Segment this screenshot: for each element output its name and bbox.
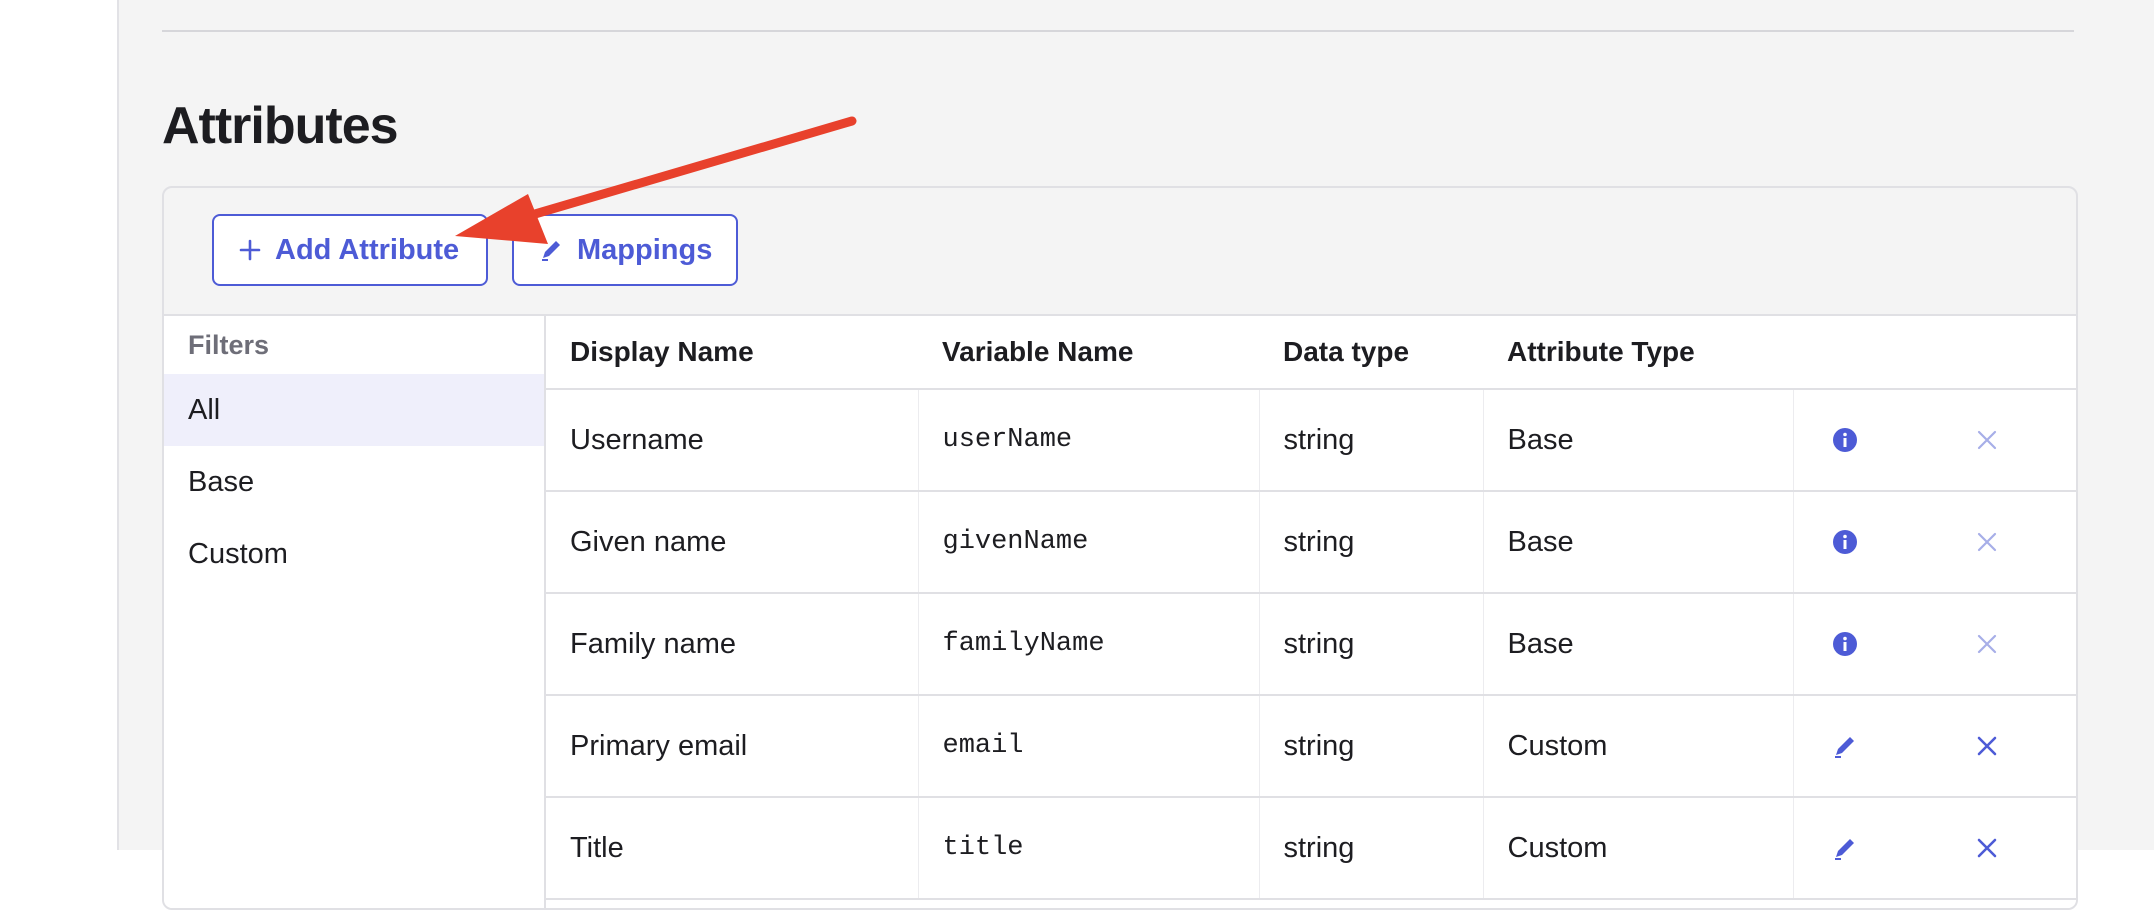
cell-attribute-type: Custom <box>1483 695 1794 798</box>
cell-variable-name: familyName <box>918 593 1260 696</box>
cell-attribute-type: Base <box>1483 593 1794 696</box>
cell-display-name: Primary email <box>546 695 919 798</box>
table-row: Primary email email string Custom <box>546 695 2076 798</box>
column-header-attribute-type[interactable]: Attribute Type <box>1483 316 1793 390</box>
cell-data-type: string <box>1259 491 1484 594</box>
plus-icon <box>239 239 261 261</box>
close-icon <box>1967 624 2007 664</box>
attributes-table-wrap: Display Name Variable Name Data type Att… <box>546 316 2076 908</box>
filter-item-all[interactable]: All <box>164 374 544 446</box>
section-title: Attributes <box>162 97 399 155</box>
panel-body: Filters All Base Custom Display Name Var… <box>164 314 2076 908</box>
cell-display-name: Given name <box>546 491 919 594</box>
cell-variable-name: email <box>918 695 1260 798</box>
column-header-data-type[interactable]: Data type <box>1259 316 1483 390</box>
info-icon[interactable] <box>1825 420 1865 460</box>
attributes-page: Attributes Add Attribute Mappings Filter… <box>117 0 2154 910</box>
cell-data-type: string <box>1259 593 1484 696</box>
add-attribute-label: Add Attribute <box>275 233 460 266</box>
filters-title: Filters <box>188 330 270 360</box>
info-icon[interactable] <box>1825 522 1865 562</box>
cell-variable-name: givenName <box>918 491 1260 594</box>
column-header-actions <box>1793 316 1897 390</box>
pencil-icon[interactable] <box>1825 726 1865 766</box>
column-header-variable-name[interactable]: Variable Name <box>918 316 1259 390</box>
cell-attribute-type: Base <box>1483 389 1794 492</box>
cell-data-type: string <box>1259 797 1484 900</box>
info-icon[interactable] <box>1825 624 1865 664</box>
close-icon[interactable] <box>1967 828 2007 868</box>
top-divider <box>162 30 2074 32</box>
attributes-panel: Add Attribute Mappings Filters All Base … <box>162 186 2078 910</box>
table-row: Family name familyName string Base <box>546 593 2076 696</box>
pencil-icon <box>539 238 563 262</box>
mappings-label: Mappings <box>577 233 713 266</box>
cell-variable-name: userName <box>918 389 1260 492</box>
cell-display-name: Username <box>546 389 919 492</box>
table-row: Given name givenName string Base <box>546 491 2076 594</box>
close-icon[interactable] <box>1967 726 2007 766</box>
cell-display-name: Title <box>546 797 919 900</box>
cell-attribute-type: Custom <box>1483 797 1794 900</box>
cell-attribute-type: Base <box>1483 491 1794 594</box>
table-row: Username userName string Base <box>546 389 2076 492</box>
column-header-remove <box>1897 316 2076 390</box>
cell-variable-name: title <box>918 797 1260 900</box>
mappings-button[interactable]: Mappings <box>512 214 738 286</box>
add-attribute-button[interactable]: Add Attribute <box>212 214 488 286</box>
close-icon <box>1967 522 2007 562</box>
close-icon <box>1967 420 2007 460</box>
cell-data-type: string <box>1259 389 1484 492</box>
pencil-icon[interactable] <box>1825 828 1865 868</box>
attributes-table: Display Name Variable Name Data type Att… <box>546 316 2076 900</box>
cell-data-type: string <box>1259 695 1484 798</box>
toolbar: Add Attribute Mappings <box>164 188 2076 314</box>
cell-display-name: Family name <box>546 593 919 696</box>
filters-sidebar: Filters All Base Custom <box>164 316 546 908</box>
filter-item-custom[interactable]: Custom <box>164 518 544 590</box>
table-row: Title title string Custom <box>546 797 2076 900</box>
filter-item-base[interactable]: Base <box>164 446 544 518</box>
column-header-display-name[interactable]: Display Name <box>546 316 918 390</box>
table-header-row: Display Name Variable Name Data type Att… <box>546 316 2076 390</box>
